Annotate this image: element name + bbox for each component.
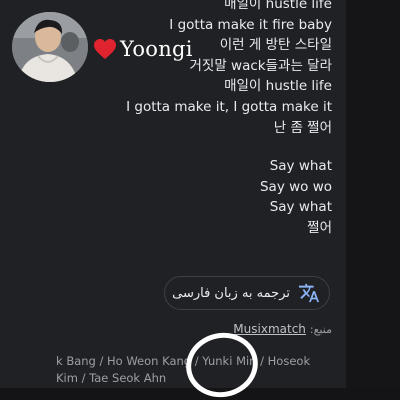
lyric-line: I gotta make it, I gotta make it <box>126 98 332 115</box>
translate-icon <box>298 283 320 303</box>
profile-name: Yoongi <box>93 36 193 62</box>
lyrics-source: Musixmatch منبع: <box>233 322 332 336</box>
profile-name-text: Yoongi <box>120 37 193 61</box>
translate-button-label: ترجمه به زبان فارسی <box>172 285 290 301</box>
songwriter-credits: k Bang / Ho Weon Kang / Yunki Min / Hose… <box>56 353 310 387</box>
lyric-line: Say what <box>269 158 332 175</box>
credits-line: Kim / Tae Seok Ahn <box>56 371 167 385</box>
lyric-line: 쩔어 <box>307 219 332 236</box>
heart-icon <box>94 39 116 59</box>
right-edge <box>346 0 400 400</box>
source-prefix: منبع: <box>309 323 332 336</box>
source-link[interactable]: Musixmatch <box>233 322 306 336</box>
lyric-line: 매일이 hustle life <box>224 78 332 95</box>
lyric-line: 매일이 hustle life <box>224 0 332 12</box>
lyrics-panel: 매일이 hustle life I gotta make it fire bab… <box>0 0 400 400</box>
lyric-line: Say what <box>269 199 332 216</box>
stanza-gap <box>32 138 332 156</box>
avatar <box>12 12 88 82</box>
credits-line: k Bang / Ho Weon Kang / Yunki Min / Hose… <box>56 354 311 368</box>
avatar-photo <box>12 12 88 82</box>
lyric-line: 난 좀 쩔어 <box>273 119 332 136</box>
lyric-line: Say wo wo <box>259 178 332 195</box>
translate-button[interactable]: ترجمه به زبان فارسی <box>164 276 330 310</box>
